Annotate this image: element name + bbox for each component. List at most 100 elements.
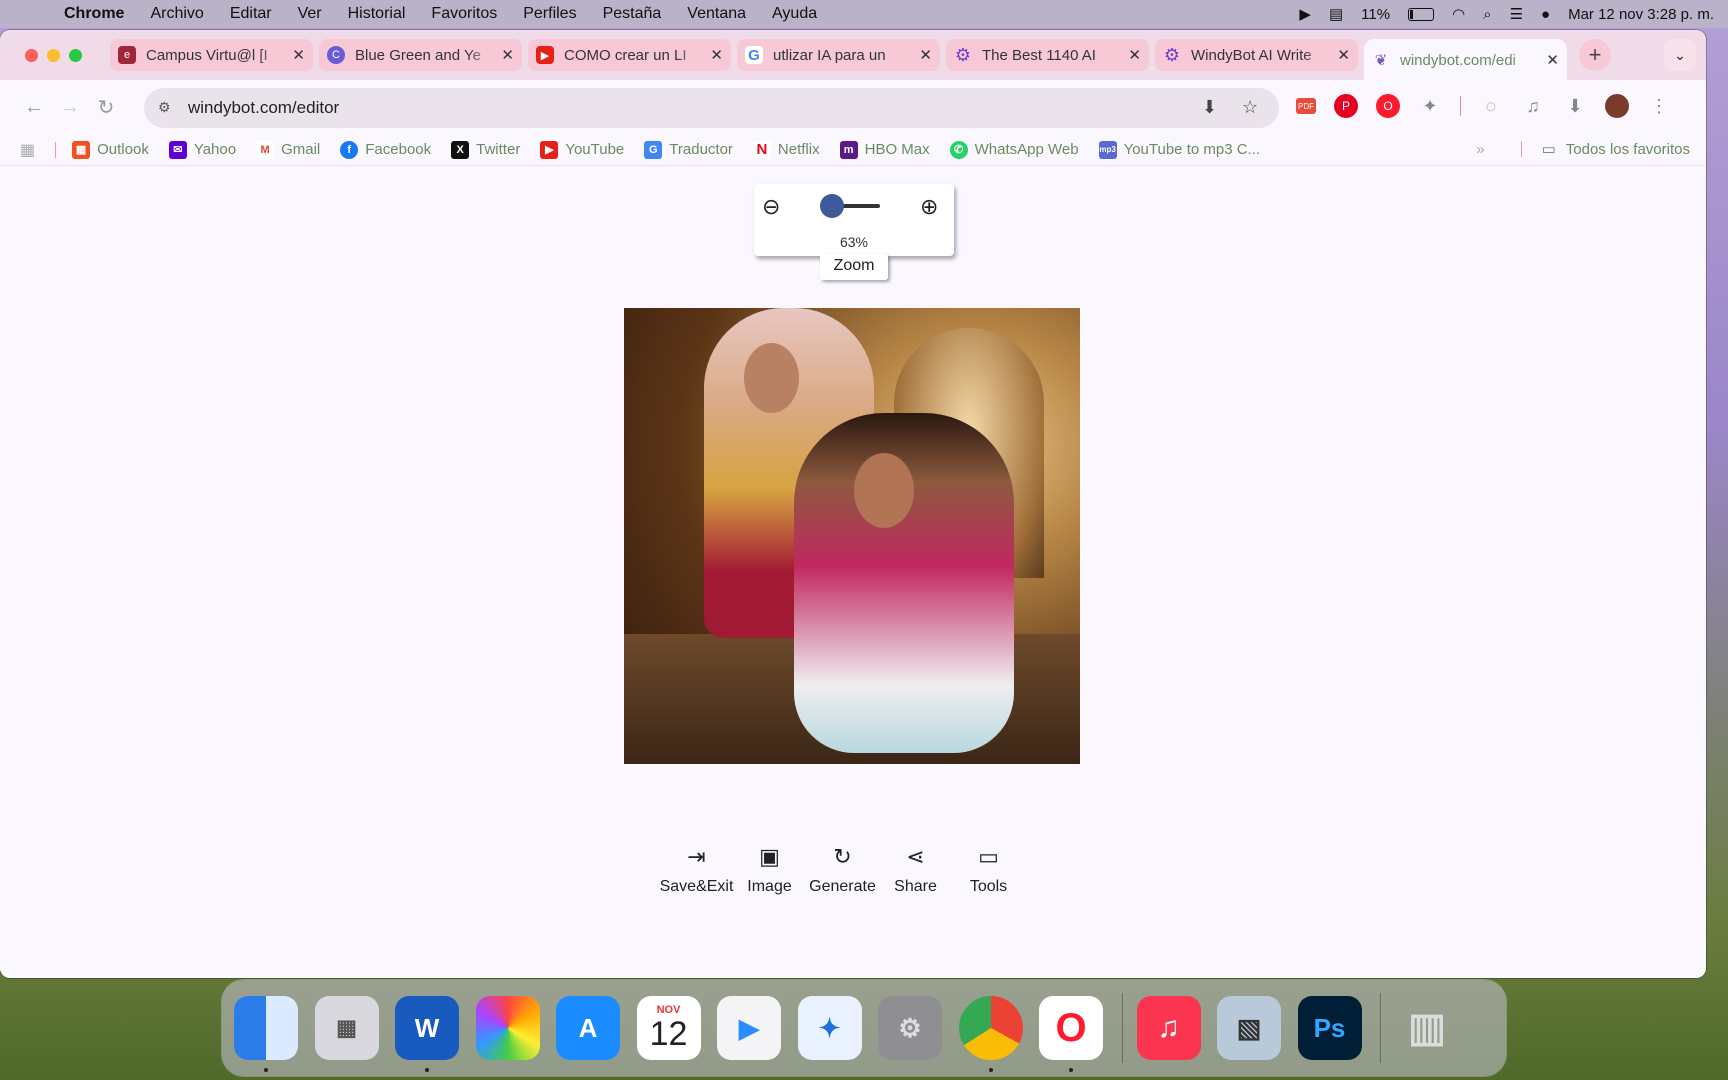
menu-pestana[interactable]: Pestaña — [603, 5, 662, 23]
opera-extension-icon[interactable]: O — [1376, 94, 1400, 118]
site-settings-icon[interactable]: ⚙ — [158, 99, 171, 116]
sync-icon[interactable]: ◌ — [1479, 94, 1503, 118]
tab-windybot-editor[interactable]: ❦ windybot.com/edi ✕ — [1364, 39, 1567, 81]
menu-editar[interactable]: Editar — [230, 5, 272, 23]
safari-icon[interactable]: ✦ — [797, 996, 862, 1060]
menu-ver[interactable]: Ver — [298, 5, 322, 23]
menu-favoritos[interactable]: Favoritos — [431, 5, 497, 23]
star-icon[interactable]: ☆ — [1242, 97, 1258, 118]
generate-button[interactable]: ↻ Generate — [806, 842, 879, 896]
launchpad-icon[interactable]: ▦ — [314, 996, 379, 1060]
download-icon[interactable]: ⬇ — [1563, 94, 1587, 118]
chevron-down-icon[interactable]: ⌄ — [1664, 39, 1696, 71]
reload-icon[interactable]: ↻ — [88, 95, 124, 120]
close-window-button[interactable] — [25, 48, 38, 62]
finder-icon[interactable] — [234, 996, 298, 1072]
forward-icon[interactable]: → — [52, 96, 88, 119]
menu-ayuda[interactable]: Ayuda — [772, 5, 817, 23]
close-icon[interactable]: ✕ — [292, 46, 305, 64]
bookmark-youtube-mp3[interactable]: mp3 YouTube to mp3 C... — [1098, 140, 1260, 159]
netflix-icon: N — [752, 140, 771, 159]
play-icon[interactable]: ▶ — [1299, 5, 1311, 23]
tab-youtube[interactable]: ▶ COMO crear un LI ✕ — [528, 39, 731, 71]
chevron-right-icon[interactable]: » — [1476, 141, 1484, 158]
menu-app-name[interactable]: Chrome — [64, 5, 124, 23]
bookmark-twitter[interactable]: X Twitter — [451, 140, 520, 159]
exit-icon: ⇥ — [687, 844, 706, 869]
pinterest-icon[interactable]: P — [1334, 94, 1358, 118]
zoom-in-icon[interactable]: ⊕ — [920, 194, 938, 220]
zoom-slider[interactable] — [819, 194, 880, 218]
photos-icon[interactable] — [475, 996, 540, 1060]
minimize-window-button[interactable] — [47, 48, 60, 62]
trash-icon[interactable]: ▥ — [1395, 996, 1459, 1060]
bookmark-yahoo[interactable]: ✉ Yahoo — [168, 140, 236, 159]
bookmark-facebook[interactable]: f Facebook — [340, 140, 432, 159]
search-icon[interactable]: ⌕ — [1483, 6, 1491, 23]
menu-archivo[interactable]: Archivo — [150, 5, 203, 23]
control-center-icon[interactable]: ☰ — [1510, 5, 1523, 23]
bookmark-label: Facebook — [365, 141, 432, 158]
battery-icon[interactable] — [1408, 7, 1435, 21]
zoom-window-button[interactable] — [69, 48, 82, 62]
bookmark-youtube[interactable]: ▶ YouTube — [540, 140, 624, 159]
puzzle-icon[interactable]: ✦ — [1418, 94, 1442, 118]
close-icon[interactable]: ✕ — [710, 46, 723, 64]
youtube-icon: ▶ — [540, 140, 559, 159]
bookmark-whatsapp[interactable]: ✆ WhatsApp Web — [949, 140, 1079, 159]
clock[interactable]: Mar 12 nov 3:28 p. m. — [1568, 6, 1714, 23]
generated-image[interactable] — [624, 308, 1080, 764]
opera-icon[interactable]: O — [1039, 996, 1103, 1072]
media-icon[interactable]: ♫ — [1521, 94, 1545, 118]
address-bar[interactable]: ⚙ windybot.com/editor ⬇ ☆ — [144, 88, 1279, 128]
menu-ventana[interactable]: Ventana — [687, 5, 746, 23]
music-icon[interactable]: ♫ — [1136, 996, 1201, 1060]
close-icon[interactable]: ✕ — [1128, 46, 1141, 64]
apps-icon[interactable]: ▦ — [20, 140, 35, 160]
share-button[interactable]: ⋖ Share — [879, 842, 952, 896]
tab-campus[interactable]: e Campus Virtu@l [I ✕ — [110, 39, 313, 71]
system-settings-icon[interactable]: ⚙ — [878, 996, 942, 1060]
tab-windybot-writer[interactable]: ⚙ WindyBot AI Write ✕ — [1155, 39, 1358, 71]
preview-icon[interactable]: ▧ — [1217, 996, 1281, 1060]
bookmark-outlook[interactable]: ▦ Outlook — [72, 140, 149, 159]
close-icon[interactable]: ✕ — [1546, 51, 1559, 69]
tools-button[interactable]: ▭ Tools — [952, 842, 1025, 896]
menu-perfiles[interactable]: Perfiles — [523, 5, 576, 23]
screen-icon[interactable]: ▤ — [1329, 5, 1343, 23]
close-icon[interactable]: ✕ — [919, 46, 932, 64]
bookmark-netflix[interactable]: N Netflix — [752, 140, 820, 159]
zoom-slider-thumb[interactable] — [819, 194, 844, 218]
url-text[interactable]: windybot.com/editor — [188, 98, 339, 118]
tab-canva[interactable]: C Blue Green and Ye ✕ — [319, 39, 522, 71]
word-icon[interactable]: W — [395, 996, 459, 1072]
play-icon[interactable]: ▶ — [717, 996, 781, 1060]
image-button[interactable]: ▣ Image — [733, 842, 806, 896]
tab-best-ai[interactable]: ⚙ The Best 1140 AI ✕ — [946, 39, 1149, 71]
avatar[interactable] — [1605, 94, 1629, 118]
zoom-out-icon[interactable]: ⊖ — [762, 194, 780, 220]
tab-title: WindyBot AI Write — [1191, 46, 1312, 64]
save-exit-button[interactable]: ⇥ Save&Exit — [659, 842, 734, 896]
app-store-icon[interactable]: A — [556, 996, 620, 1060]
save-exit-label: Save&Exit — [659, 878, 734, 895]
calendar-icon[interactable]: NOV 12 — [636, 996, 701, 1060]
close-icon[interactable]: ✕ — [501, 46, 514, 64]
chrome-icon[interactable] — [958, 996, 1023, 1072]
all-bookmarks[interactable]: Todos los favoritos — [1566, 141, 1690, 158]
siri-icon[interactable]: ● — [1541, 6, 1550, 23]
generate-label: Generate — [809, 878, 876, 895]
menu-historial[interactable]: Historial — [348, 5, 406, 23]
install-icon[interactable]: ⬇ — [1202, 97, 1217, 118]
pdf-extension-icon[interactable]: PDF — [1296, 98, 1316, 114]
close-icon[interactable]: ✕ — [1337, 46, 1350, 64]
bookmark-hbo-max[interactable]: m HBO Max — [839, 140, 930, 159]
bookmark-gmail[interactable]: M Gmail — [256, 140, 320, 159]
photoshop-icon[interactable]: Ps — [1297, 996, 1362, 1060]
bookmark-traductor[interactable]: G Traductor — [644, 140, 733, 159]
more-icon[interactable]: ⋮ — [1647, 94, 1671, 118]
new-tab-button[interactable]: + — [1579, 39, 1611, 71]
tab-google[interactable]: G utlizar IA para un ✕ — [737, 39, 940, 71]
wifi-icon[interactable]: ◠ — [1452, 5, 1465, 23]
back-icon[interactable]: ← — [16, 96, 52, 119]
